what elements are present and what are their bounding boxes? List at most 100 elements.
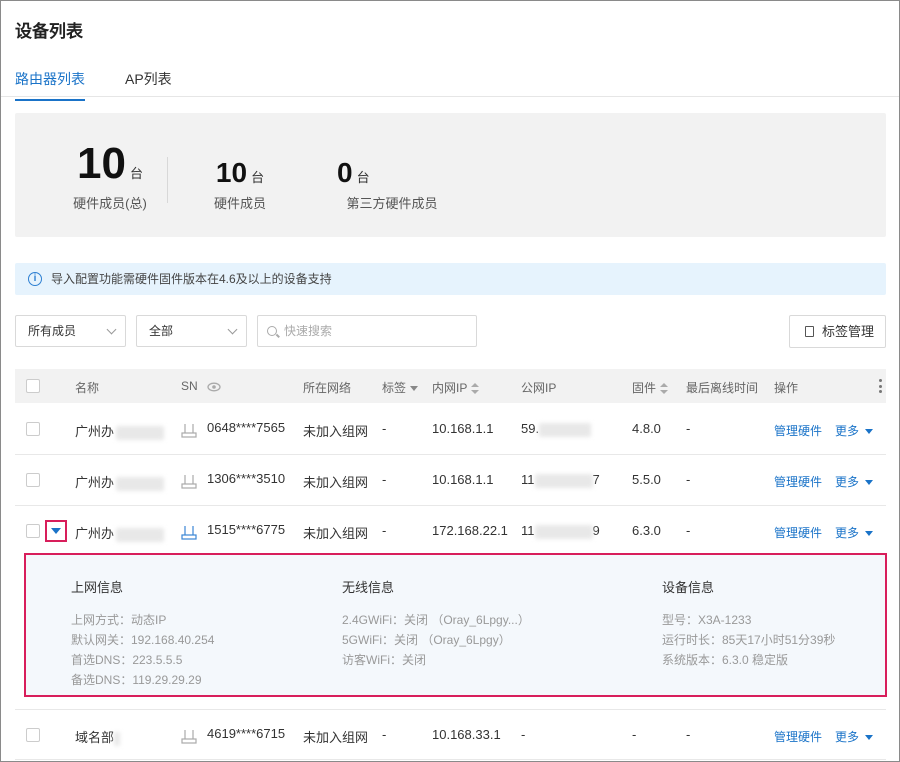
more-label: 更多: [835, 424, 860, 438]
device-sn: 1515****6775: [207, 522, 286, 537]
manage-hardware-link[interactable]: 管理硬件: [774, 473, 822, 490]
manage-hardware-link[interactable]: 管理硬件: [774, 524, 822, 541]
device-wan-ip: 11 7: [521, 472, 600, 488]
stat-third-party: 0台 第三方硬件成员: [337, 157, 447, 212]
redacted-blur: [534, 524, 593, 539]
more-dropdown[interactable]: 更多: [835, 473, 874, 490]
col-firmware[interactable]: 固件: [632, 379, 669, 396]
col-tag[interactable]: 标签: [382, 379, 419, 396]
col-last-offline: 最后离线时间: [686, 381, 759, 395]
table-row: 广州办 1306****3510 未加入组网 - 10.168.1.1 11 7 …: [15, 455, 886, 506]
router-icon: [181, 475, 197, 489]
tag-manage-label: 标签管理: [822, 324, 875, 339]
table-row: 域名部 4619****6715 未加入组网 - 10.168.33.1 - -…: [15, 709, 886, 760]
caret-down-icon: [865, 735, 874, 741]
stat-third-unit: 台: [356, 170, 370, 185]
router-icon: [181, 526, 197, 540]
router-icon: [181, 730, 197, 744]
tab-bar: 路由器列表 AP列表: [1, 59, 899, 101]
device-name-text: 域名部: [75, 730, 115, 745]
internet-info: 上网信息 上网方式：动态IP 默认网关：192.168.40.254 首选DNS…: [71, 577, 214, 690]
tag-manage-button[interactable]: 标签管理: [789, 315, 886, 348]
row-checkbox[interactable]: [26, 473, 40, 487]
col-tag-label: 标签: [382, 381, 407, 395]
select-all-checkbox[interactable]: [26, 379, 40, 393]
manage-hardware-link[interactable]: 管理硬件: [774, 728, 822, 745]
search-placeholder: 快速搜索: [284, 324, 333, 338]
redacted-blur: [539, 422, 592, 437]
manage-hardware-link[interactable]: 管理硬件: [774, 422, 822, 439]
redacted-blur: [116, 476, 165, 491]
col-network: 所在网络: [303, 381, 352, 395]
stats-panel: 10 台 硬件成员(总) 10 台 硬件成员 0台 第三方硬件成员: [15, 113, 886, 237]
status-select[interactable]: 全部: [136, 315, 247, 347]
stat-third-num: 0: [337, 157, 353, 188]
member-select-value: 所有成员: [28, 324, 77, 338]
member-select[interactable]: 所有成员: [15, 315, 126, 347]
device-network: 未加入组网: [303, 424, 369, 439]
device-info-title: 设备信息: [662, 580, 715, 595]
device-name-text: 广州办: [75, 475, 115, 490]
row-checkbox[interactable]: [26, 422, 40, 436]
device-last-offline: -: [686, 523, 691, 538]
info-icon: i: [28, 272, 42, 286]
stat-members-num: 10: [215, 157, 248, 188]
device-tag: -: [382, 727, 387, 742]
wireless-info: 无线信息 2.4GWiFi：关闭 （Oray_6Lpgy...） 5GWiFi：…: [342, 577, 530, 670]
col-actions: 操作: [774, 381, 799, 395]
search-input[interactable]: 快速搜索: [257, 315, 477, 347]
stat-third-label: 第三方硬件成员: [346, 196, 438, 211]
device-info-line: 型号：X3A-1233: [662, 613, 752, 627]
device-name: 广州办: [75, 421, 165, 440]
stat-members: 10 台 硬件成员: [195, 157, 285, 212]
col-lan-ip[interactable]: 内网IP: [432, 379, 480, 396]
router-icon: [181, 424, 197, 438]
internet-info-line: 默认网关：192.168.40.254: [71, 633, 215, 647]
device-wan-ip: -: [521, 727, 526, 742]
device-tag: -: [382, 472, 387, 487]
col-lan-ip-label: 内网IP: [432, 381, 468, 395]
device-last-offline: -: [686, 472, 691, 487]
table-row: 广州办 0648****7565 未加入组网 - 10.168.1.1 59. …: [15, 404, 886, 455]
device-last-offline: -: [686, 727, 691, 742]
device-firmware: 5.5.0: [632, 472, 661, 487]
device-sn: 4619****6715: [207, 726, 286, 741]
device-lan-ip: 10.168.1.1: [432, 421, 494, 436]
tab-router-list[interactable]: 路由器列表: [15, 69, 85, 101]
row-checkbox[interactable]: [26, 524, 40, 538]
column-settings-icon[interactable]: [879, 379, 882, 393]
device-tag: -: [382, 523, 387, 538]
more-dropdown[interactable]: 更多: [835, 728, 874, 745]
stat-members-unit: 台: [251, 170, 265, 185]
eye-icon[interactable]: [207, 382, 221, 392]
row-checkbox[interactable]: [26, 728, 40, 742]
device-name-text: 广州办: [75, 526, 115, 541]
internet-info-line: 备选DNS：119.29.29.29: [71, 673, 202, 687]
more-dropdown[interactable]: 更多: [835, 524, 874, 541]
caret-down-icon: [865, 480, 874, 486]
device-sn: 1306****3510: [207, 471, 286, 486]
device-wan-ip-text: 11: [521, 523, 535, 538]
page-title: 设备列表: [15, 22, 83, 41]
device-info: 设备信息 型号：X3A-1233 运行时长：85天17小时51分39秒 系统版本…: [662, 577, 835, 670]
device-name: 域名部: [75, 727, 121, 746]
chevron-down-icon: [106, 324, 117, 335]
stat-members-label: 硬件成员: [213, 196, 266, 211]
row-expand-toggle[interactable]: [45, 520, 67, 542]
redacted-blur: [116, 527, 165, 542]
device-network: 未加入组网: [303, 526, 369, 541]
more-dropdown[interactable]: 更多: [835, 422, 874, 439]
redacted-blur: [116, 425, 165, 440]
tab-ap-list[interactable]: AP列表: [125, 69, 172, 99]
col-name: 名称: [75, 381, 100, 395]
col-sn-label: SN: [181, 379, 198, 393]
device-network: 未加入组网: [303, 475, 369, 490]
sort-icon: [660, 383, 669, 395]
stat-total-num: 10: [77, 139, 126, 188]
wireless-info-line: 2.4GWiFi：关闭 （Oray_6Lpgy...）: [342, 613, 530, 627]
caret-down-icon: [865, 429, 874, 435]
notice-text: 导入配置功能需硬件固件版本在4.6及以上的设备支持: [51, 272, 332, 286]
col-firmware-label: 固件: [632, 381, 657, 395]
more-label: 更多: [835, 475, 860, 489]
device-name: 广州办: [75, 472, 165, 491]
